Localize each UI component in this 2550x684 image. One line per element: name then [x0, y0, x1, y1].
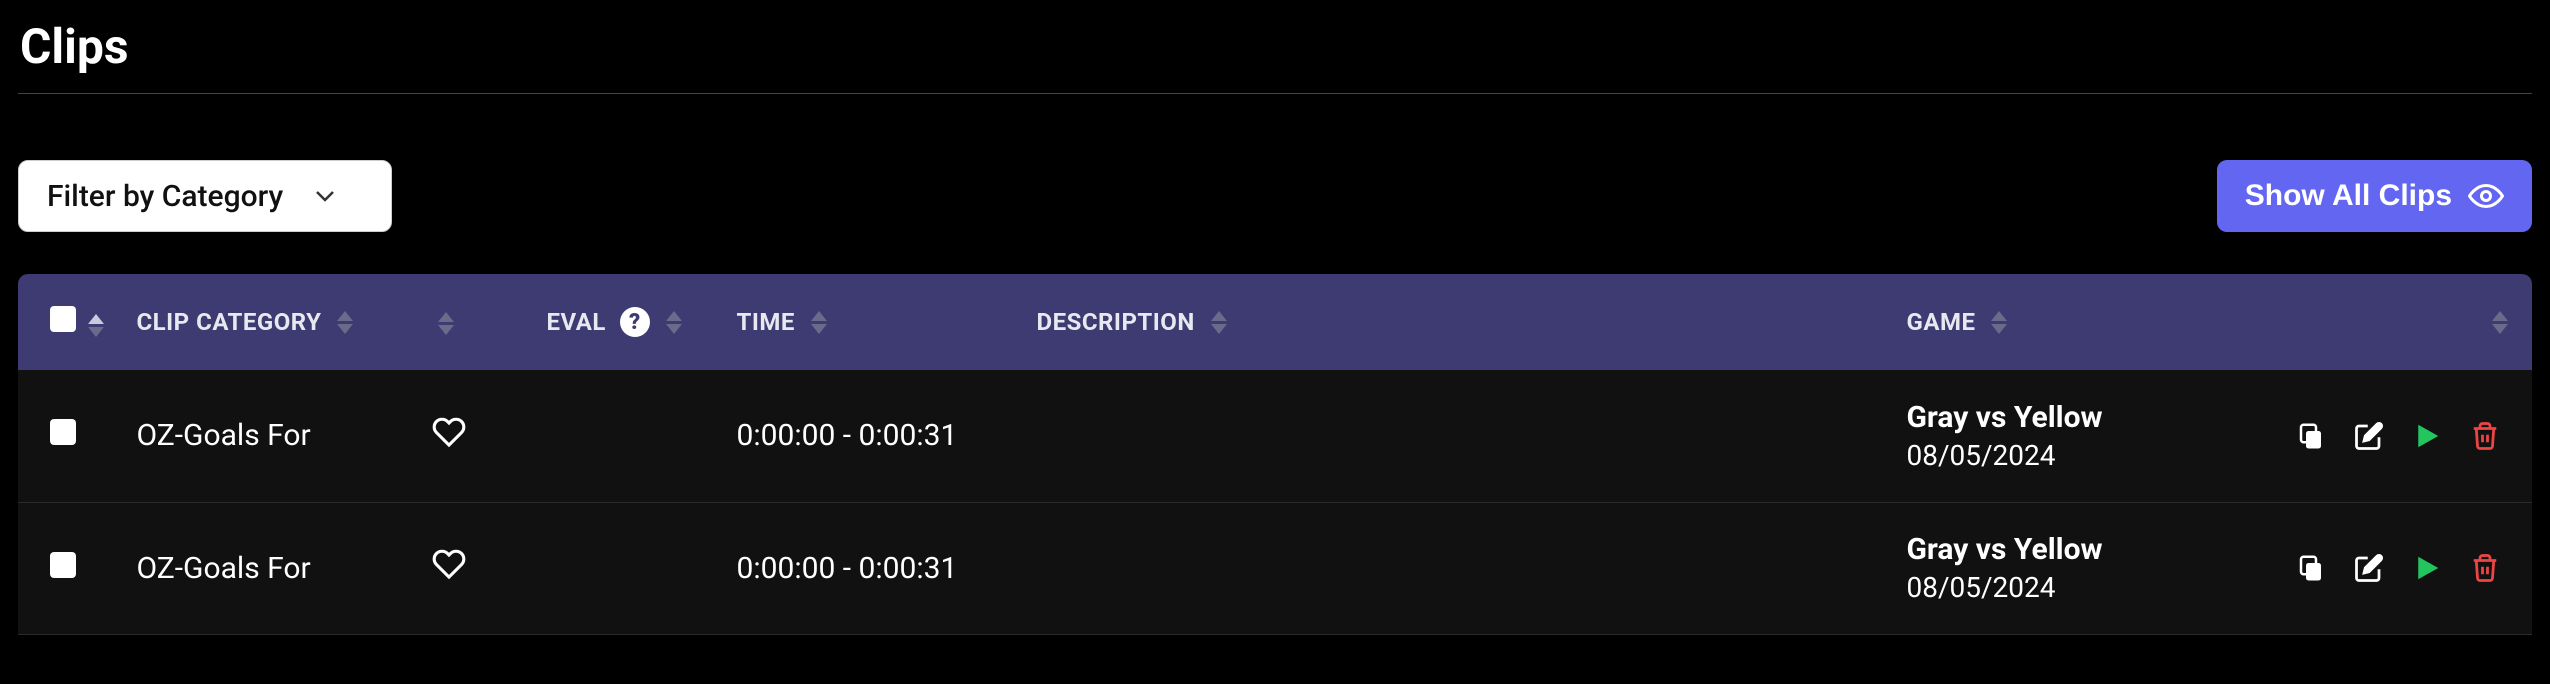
sort-icon — [2492, 311, 2508, 334]
heart-icon[interactable] — [432, 415, 466, 449]
table-row: OZ-Goals For 0:00:00 - 0:00:31 Gray vs Y… — [18, 370, 2532, 502]
game-name: Gray vs Yellow — [1906, 400, 2248, 435]
filter-category-label: Filter by Category — [47, 179, 283, 214]
sort-icon — [337, 311, 353, 334]
show-all-clips-label: Show All Clips — [2245, 179, 2452, 213]
sort-icon — [1991, 311, 2007, 334]
header-eval[interactable]: EVAL ? — [522, 274, 712, 370]
clips-table: CLIP CATEGORY EVAL ? — [18, 274, 2532, 635]
show-all-clips-button[interactable]: Show All Clips — [2217, 160, 2532, 232]
header-category-label: CLIP CATEGORY — [136, 308, 321, 336]
eye-icon — [2468, 178, 2504, 214]
header-eval-label: EVAL — [546, 308, 605, 336]
cell-actions — [2272, 502, 2532, 634]
cell-game: Gray vs Yellow 08/05/2024 — [1882, 370, 2272, 502]
header-category[interactable]: CLIP CATEGORY — [112, 274, 432, 370]
select-all-checkbox[interactable] — [50, 306, 76, 332]
chevron-down-icon — [315, 189, 335, 203]
cell-eval — [522, 502, 712, 634]
cell-game: Gray vs Yellow 08/05/2024 — [1882, 502, 2272, 634]
cell-description — [1012, 502, 1882, 634]
edit-icon[interactable] — [2354, 421, 2384, 451]
filter-category-select[interactable]: Filter by Category — [18, 160, 392, 232]
header-favorite[interactable] — [432, 274, 522, 370]
header-game[interactable]: GAME — [1882, 274, 2272, 370]
sort-icon — [438, 312, 454, 335]
header-description-label: DESCRIPTION — [1036, 308, 1194, 336]
sort-icon — [811, 311, 827, 334]
sort-icon — [666, 311, 682, 334]
header-time-label: TIME — [736, 308, 794, 336]
header-time[interactable]: TIME — [712, 274, 1012, 370]
game-date: 08/05/2024 — [1906, 571, 2248, 604]
cell-description — [1012, 370, 1882, 502]
toolbar: Filter by Category Show All Clips — [18, 160, 2532, 232]
trash-icon[interactable] — [2470, 421, 2500, 451]
row-checkbox[interactable] — [50, 419, 76, 445]
sort-icon[interactable] — [88, 314, 104, 337]
game-name: Gray vs Yellow — [1906, 532, 2248, 567]
help-icon[interactable]: ? — [620, 307, 650, 337]
game-date: 08/05/2024 — [1906, 439, 2248, 472]
header-actions — [2272, 274, 2532, 370]
table-row: OZ-Goals For 0:00:00 - 0:00:31 Gray vs Y… — [18, 502, 2532, 634]
copy-icon[interactable] — [2296, 421, 2326, 451]
copy-icon[interactable] — [2296, 553, 2326, 583]
play-icon[interactable] — [2412, 553, 2442, 583]
cell-actions — [2272, 370, 2532, 502]
header-description[interactable]: DESCRIPTION — [1012, 274, 1882, 370]
header-select-all — [18, 274, 112, 370]
sort-icon — [1211, 311, 1227, 334]
cell-eval — [522, 370, 712, 502]
cell-category: OZ-Goals For — [112, 502, 432, 634]
trash-icon[interactable] — [2470, 553, 2500, 583]
play-icon[interactable] — [2412, 421, 2442, 451]
cell-time: 0:00:00 - 0:00:31 — [712, 502, 1012, 634]
header-game-label: GAME — [1906, 308, 1975, 336]
cell-time: 0:00:00 - 0:00:31 — [712, 370, 1012, 502]
heart-icon[interactable] — [432, 547, 466, 581]
row-checkbox[interactable] — [50, 552, 76, 578]
page-title: Clips — [18, 0, 2532, 94]
edit-icon[interactable] — [2354, 553, 2384, 583]
cell-category: OZ-Goals For — [112, 370, 432, 502]
